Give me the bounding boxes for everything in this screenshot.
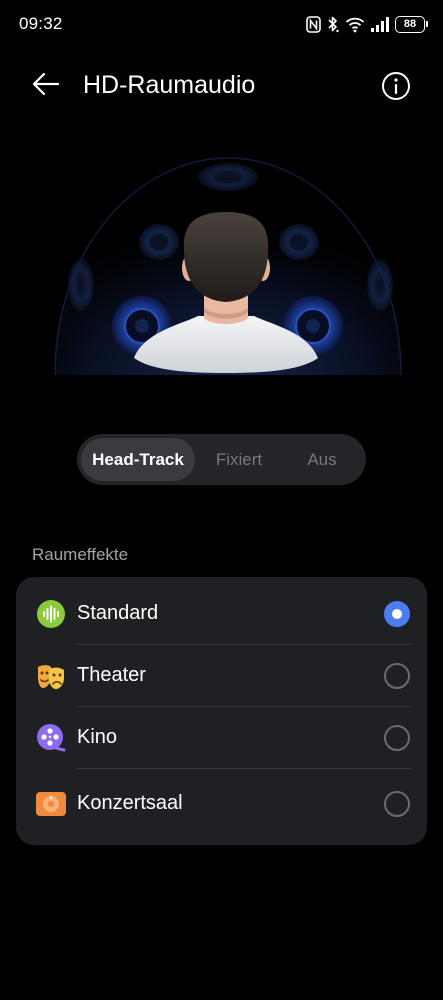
radio-standard[interactable] [384,601,410,627]
effect-row-konzertsaal[interactable]: Konzertsaal [16,773,427,835]
effect-label-standard: Standard [77,602,159,624]
film-reel-icon [36,723,66,753]
mode-aus[interactable]: Aus [283,438,361,481]
effects-list: Standard Theater Kino Konzertsaal [16,577,427,845]
sound-wave-icon [36,599,66,629]
mode-selector: Head-Track Fixiert Aus [77,434,366,485]
signal-icon [371,16,389,32]
effect-row-kino[interactable]: Kino [16,707,427,769]
status-bar: 09:32 88 [0,0,443,48]
status-time: 09:32 [19,14,63,33]
radio-theater[interactable] [384,663,410,689]
theater-masks-icon [36,661,66,691]
spatial-audio-illustration [0,140,443,390]
mode-head-track[interactable]: Head-Track [81,438,195,481]
concert-hall-icon [36,789,66,819]
radio-kino[interactable] [384,725,410,751]
section-title: Raumeffekte [32,545,129,564]
page-title: HD-Raumaudio [83,71,256,99]
arrow-left-icon [32,72,60,101]
divider [77,768,411,769]
status-icons: 88 [306,14,428,34]
effect-row-theater[interactable]: Theater [16,645,427,707]
effect-label-theater: Theater [77,664,146,686]
back-button[interactable] [28,70,64,102]
battery-level: 88 [403,17,417,30]
effect-row-standard[interactable]: Standard [16,583,427,645]
effect-label-konzertsaal: Konzertsaal [77,792,183,814]
effect-label-kino: Kino [77,726,118,748]
battery-icon: 88 [395,15,428,33]
wifi-icon [345,16,365,33]
nfc-icon [306,15,321,33]
info-button[interactable] [380,70,412,102]
info-icon [380,72,412,106]
mode-fixiert[interactable]: Fixiert [195,438,283,481]
bluetooth-icon [327,15,339,33]
radio-konzertsaal[interactable] [384,791,410,817]
